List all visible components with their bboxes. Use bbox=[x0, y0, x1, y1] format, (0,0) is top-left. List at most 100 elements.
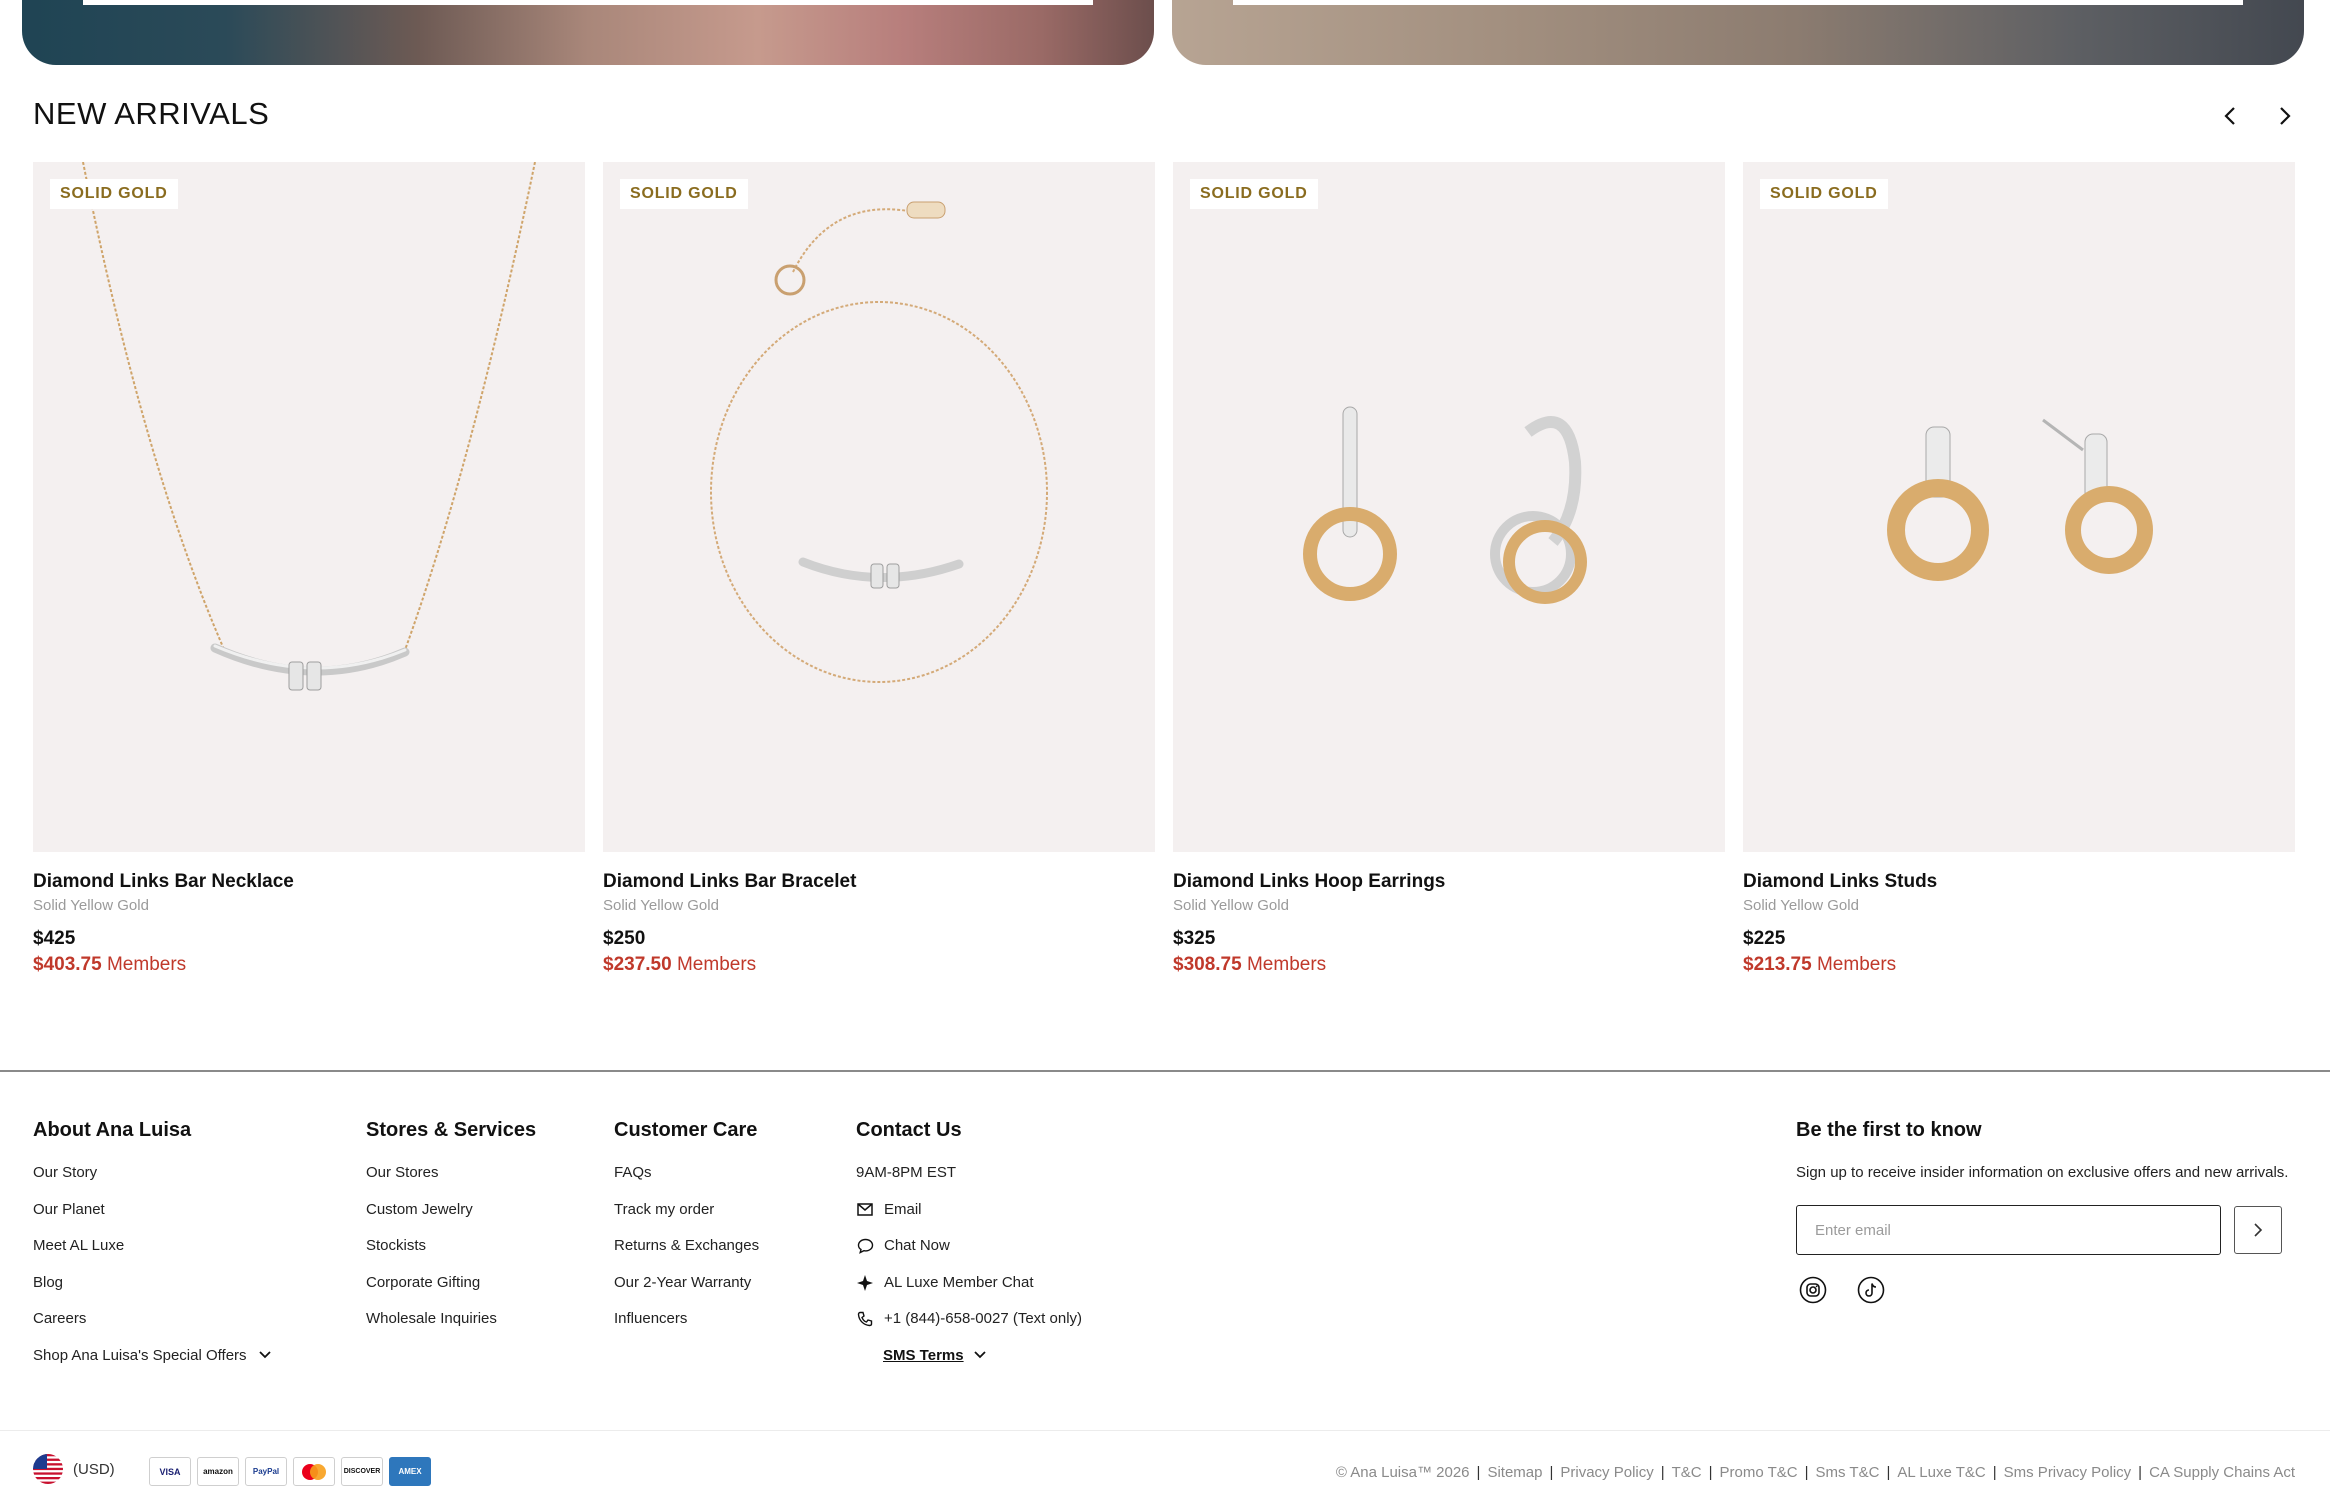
hero-banners bbox=[22, 0, 2304, 65]
contact-phone-link[interactable]: +1 (844)-658-0027 (Text only) bbox=[856, 1310, 1082, 1347]
product-badge: SOLID GOLD bbox=[50, 179, 178, 209]
footer-link-blog[interactable]: Blog bbox=[33, 1274, 273, 1311]
legal-link-tc[interactable]: T&C bbox=[1672, 1464, 1702, 1481]
hoop-earrings-image bbox=[1303, 406, 1587, 604]
mastercard-icon bbox=[293, 1457, 335, 1486]
contact-phone-label: +1 (844)-658-0027 (Text only) bbox=[884, 1310, 1083, 1328]
product-badge: SOLID GOLD bbox=[1190, 179, 1318, 209]
product-card[interactable]: SOLID GOLD Diamond Links Bar Bracelet So… bbox=[603, 162, 1155, 976]
footer-link-meet-al-luxe[interactable]: Meet AL Luxe bbox=[33, 1237, 273, 1274]
product-name[interactable]: Diamond Links Bar Necklace bbox=[33, 871, 585, 893]
newsletter-form bbox=[1796, 1205, 2296, 1255]
footer-heading: Contact Us bbox=[856, 1119, 962, 1141]
footer-link-influencers[interactable]: Influencers bbox=[614, 1310, 759, 1347]
us-flag-icon bbox=[33, 1454, 63, 1484]
footer-divider bbox=[0, 1070, 2330, 1072]
product-card[interactable]: SOLID GOLD Diamond Links Studs Solid Yel… bbox=[1743, 162, 2295, 976]
footer-care-column: Customer Care FAQs Track my order Return… bbox=[614, 1119, 759, 1347]
product-carousel: SOLID GOLD Diamond Links Bar Necklace So… bbox=[33, 162, 2295, 982]
amex-icon: AMEX bbox=[389, 1457, 431, 1486]
footer-link-careers[interactable]: Careers bbox=[33, 1310, 273, 1347]
contact-chat-link[interactable]: Chat Now bbox=[856, 1237, 1082, 1274]
payment-methods: VISA amazon PayPal DISCOVER AMEX bbox=[149, 1457, 431, 1486]
instagram-link[interactable] bbox=[1798, 1275, 1828, 1305]
footer-contact-column: Contact Us 9AM-8PM EST Email Chat Now AL… bbox=[856, 1119, 1082, 1365]
member-price-row: $213.75 Members bbox=[1743, 954, 2295, 976]
footer-link-returns[interactable]: Returns & Exchanges bbox=[614, 1237, 759, 1274]
product-name[interactable]: Diamond Links Hoop Earrings bbox=[1173, 871, 1725, 893]
member-price-row: $308.75 Members bbox=[1173, 954, 1725, 976]
newsletter-heading: Be the first to know bbox=[1796, 1119, 1982, 1141]
newsletter-submit-button[interactable] bbox=[2234, 1206, 2282, 1254]
contact-luxe-chat-label: AL Luxe Member Chat bbox=[884, 1273, 1034, 1291]
product-price: $250 bbox=[603, 928, 646, 949]
chat-bubble-icon bbox=[856, 1237, 874, 1255]
product-image[interactable]: SOLID GOLD bbox=[33, 162, 585, 852]
legal-link-al-luxe-tc[interactable]: AL Luxe T&C bbox=[1897, 1464, 1985, 1481]
phone-icon bbox=[856, 1310, 874, 1328]
email-field[interactable] bbox=[1796, 1205, 2221, 1255]
product-image[interactable]: SOLID GOLD bbox=[1173, 162, 1725, 852]
special-offers-toggle[interactable]: Shop Ana Luisa's Special Offers bbox=[33, 1347, 273, 1384]
footer-bottom-divider bbox=[0, 1430, 2330, 1431]
tiktok-link[interactable] bbox=[1856, 1275, 1886, 1305]
member-label: Members bbox=[106, 954, 187, 975]
member-price: $213.75 bbox=[1743, 954, 1812, 975]
tiktok-icon bbox=[1857, 1276, 1885, 1304]
diamond-sparkle-icon bbox=[856, 1274, 874, 1292]
member-price: $237.50 bbox=[603, 954, 672, 975]
product-material: Solid Yellow Gold bbox=[603, 897, 719, 914]
hero-banner-left[interactable] bbox=[22, 0, 1154, 65]
footer-stores-column: Stores & Services Our Stores Custom Jewe… bbox=[366, 1119, 536, 1347]
footer-link-stockists[interactable]: Stockists bbox=[366, 1237, 536, 1274]
product-card[interactable]: SOLID GOLD Diamond Links Hoop Earrings S… bbox=[1173, 162, 1725, 976]
visa-icon: VISA bbox=[149, 1457, 191, 1486]
special-offers-label: Shop Ana Luisa's Special Offers bbox=[33, 1346, 247, 1364]
currency-selector[interactable]: (USD) bbox=[33, 1454, 115, 1484]
hero-cta-bar[interactable] bbox=[1233, 0, 2243, 5]
product-image[interactable]: SOLID GOLD bbox=[603, 162, 1155, 852]
newsletter-text: Sign up to receive insider information o… bbox=[1796, 1164, 2289, 1181]
legal-link-sms-privacy[interactable]: Sms Privacy Policy bbox=[2004, 1464, 2132, 1481]
hero-cta-bar[interactable] bbox=[83, 0, 1093, 5]
legal-link-privacy[interactable]: Privacy Policy bbox=[1560, 1464, 1653, 1481]
product-material: Solid Yellow Gold bbox=[33, 897, 149, 914]
chevron-left-icon bbox=[2224, 107, 2235, 125]
footer-link-our-stores[interactable]: Our Stores bbox=[366, 1164, 536, 1201]
carousel-prev-button[interactable] bbox=[2213, 98, 2249, 134]
social-links bbox=[1798, 1275, 2296, 1305]
footer-link-faqs[interactable]: FAQs bbox=[614, 1164, 759, 1201]
footer-link-our-story[interactable]: Our Story bbox=[33, 1164, 273, 1201]
footer-link-warranty[interactable]: Our 2-Year Warranty bbox=[614, 1274, 759, 1311]
chevron-right-icon bbox=[2254, 1223, 2263, 1237]
contact-chat-label: Chat Now bbox=[884, 1237, 950, 1255]
legal-link-sms-tc[interactable]: Sms T&C bbox=[1816, 1464, 1880, 1481]
sms-terms-toggle[interactable]: SMS Terms bbox=[883, 1347, 988, 1364]
product-image[interactable]: SOLID GOLD bbox=[1743, 162, 2295, 852]
contact-luxe-chat-link[interactable]: AL Luxe Member Chat bbox=[856, 1274, 1082, 1311]
footer-link-wholesale[interactable]: Wholesale Inquiries bbox=[366, 1310, 536, 1347]
footer-about-column: About Ana Luisa Our Story Our Planet Mee… bbox=[33, 1119, 273, 1384]
contact-email-link[interactable]: Email bbox=[856, 1201, 1082, 1238]
footer-link-track-order[interactable]: Track my order bbox=[614, 1201, 759, 1238]
currency-label: (USD) bbox=[73, 1460, 115, 1478]
product-badge: SOLID GOLD bbox=[1760, 179, 1888, 209]
footer-heading: About Ana Luisa bbox=[33, 1119, 192, 1141]
footer-link-custom-jewelry[interactable]: Custom Jewelry bbox=[366, 1201, 536, 1238]
legal-link-sitemap[interactable]: Sitemap bbox=[1487, 1464, 1542, 1481]
product-name[interactable]: Diamond Links Studs bbox=[1743, 871, 2295, 893]
footer-link-corporate-gifting[interactable]: Corporate Gifting bbox=[366, 1274, 536, 1311]
product-price: $225 bbox=[1743, 928, 1786, 949]
footer-link-our-planet[interactable]: Our Planet bbox=[33, 1201, 273, 1238]
legal-link-promo-tc[interactable]: Promo T&C bbox=[1720, 1464, 1798, 1481]
member-label: Members bbox=[1246, 954, 1327, 975]
product-name[interactable]: Diamond Links Bar Bracelet bbox=[603, 871, 1155, 893]
contact-hours: 9AM-8PM EST bbox=[856, 1164, 957, 1181]
hero-banner-right[interactable] bbox=[1172, 0, 2304, 65]
product-card[interactable]: SOLID GOLD Diamond Links Bar Necklace So… bbox=[33, 162, 585, 976]
member-label: Members bbox=[1816, 954, 1897, 975]
carousel-next-button[interactable] bbox=[2266, 98, 2302, 134]
contact-email-label: Email bbox=[884, 1200, 922, 1218]
studs-image bbox=[1887, 418, 2153, 581]
legal-link-ca-supply-chains[interactable]: CA Supply Chains Act bbox=[2149, 1464, 2295, 1481]
